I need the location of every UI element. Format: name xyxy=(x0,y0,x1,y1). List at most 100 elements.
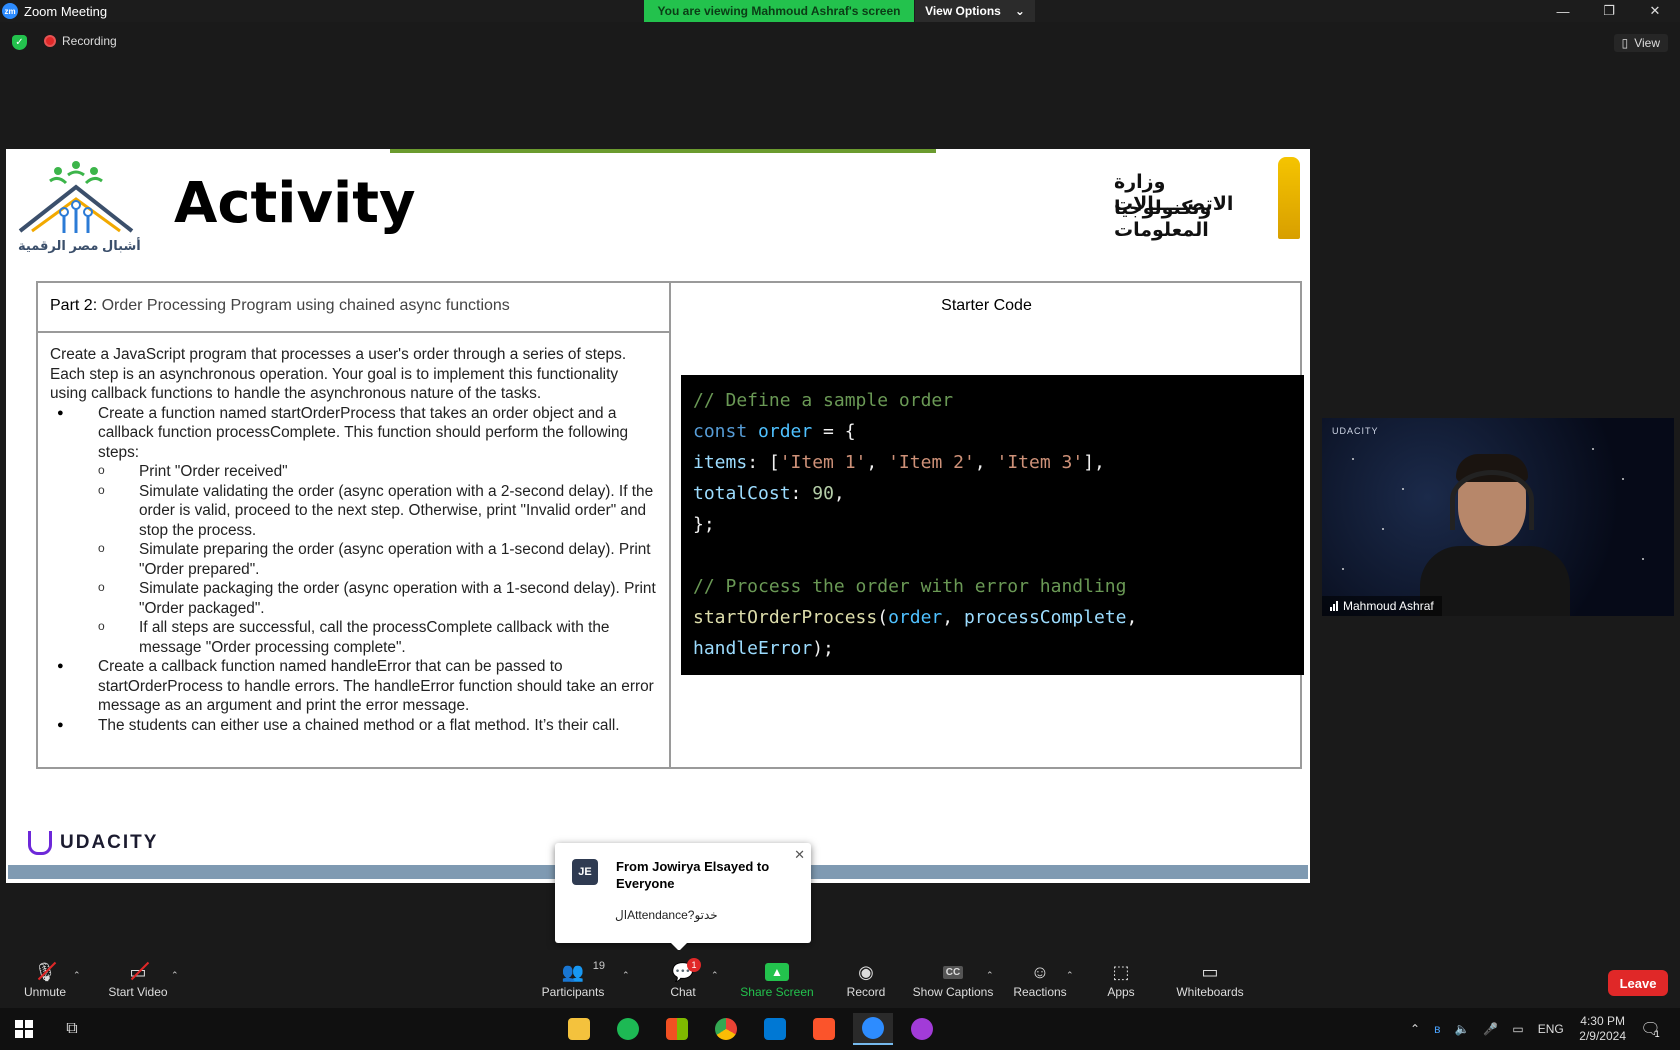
record-button[interactable]: ◉ Record xyxy=(846,950,886,1006)
part-title: Order Processing Program using chained a… xyxy=(97,297,510,314)
whiteboards-button[interactable]: ▭ Whiteboards xyxy=(1174,950,1246,1006)
participants-button[interactable]: 👥 19 Participants xyxy=(540,950,606,1006)
view-layout-button[interactable]: ▯ View xyxy=(1613,34,1668,52)
whiteboard-icon: ▭ xyxy=(1201,961,1219,982)
list-item: Create a function named startOrderProces… xyxy=(50,404,657,658)
code-comment: // Define a sample order xyxy=(693,390,954,411)
video-udacity-label: UDACITY xyxy=(1332,426,1379,436)
list-item: Simulate preparing the order (async oper… xyxy=(98,539,657,579)
code-punct: , xyxy=(866,452,889,473)
shared-screen-slide: أشبال مصر الرقمية Activity وزارة الاتصــ… xyxy=(6,149,1310,883)
list-item: Simulate packaging the order (async oper… xyxy=(98,578,657,618)
view-label: View xyxy=(1634,36,1660,50)
audio-options-caret[interactable]: ⌃ xyxy=(73,970,81,981)
code-punct: , xyxy=(1126,607,1138,628)
task-column: Part 2: Order Processing Program using c… xyxy=(38,283,671,767)
speaker-video-tile[interactable]: UDACITY Mahmoud Ashraf xyxy=(1322,418,1674,616)
show-captions-button[interactable]: CC Show Captions xyxy=(912,950,994,1006)
smiley-icon: ☺ xyxy=(1030,961,1050,982)
code-line-3: items: ['Item 1', 'Item 2', 'Item 3'], xyxy=(693,447,1292,478)
spotify-icon[interactable] xyxy=(608,1013,648,1045)
code-punct: : xyxy=(790,483,813,504)
notification-center-icon[interactable]: 🗨 1 xyxy=(1630,1013,1670,1045)
code-punct: ( xyxy=(877,607,889,628)
snipping-tool-icon[interactable] xyxy=(902,1013,942,1045)
share-screen-button[interactable]: ▲ Share Screen xyxy=(740,950,814,1006)
chat-icon: 💬 1 xyxy=(671,958,701,982)
code-line-4: totalCost: 90, xyxy=(693,478,1292,509)
input-language[interactable]: ENG xyxy=(1538,1022,1564,1036)
chat-caret[interactable]: ⌃ xyxy=(711,970,719,981)
bluetooth-icon[interactable]: ʙ xyxy=(1434,1022,1440,1036)
code-variable: processComplete xyxy=(963,607,1127,628)
reactions-caret[interactable]: ⌃ xyxy=(1066,970,1074,981)
maximize-button[interactable]: ❐ xyxy=(1586,0,1632,22)
task-view-icon[interactable]: ⧉ xyxy=(52,1013,92,1045)
starter-code-title: Starter Code xyxy=(941,297,1032,314)
file-explorer-icon[interactable] xyxy=(559,1013,599,1045)
start-video-button[interactable]: ▭ Start Video xyxy=(104,950,172,1006)
chevron-down-icon: ⌄ xyxy=(1014,4,1025,18)
code-string: 'Item 3' xyxy=(996,452,1084,473)
encryption-shield-icon[interactable]: ✓ xyxy=(12,35,27,50)
zoom-app-icon: zm xyxy=(2,3,18,19)
activity-table: Part 2: Order Processing Program using c… xyxy=(36,281,1304,769)
chat-button[interactable]: 💬 1 Chat xyxy=(666,950,701,1006)
apps-icon: ⬚ xyxy=(1112,961,1130,982)
sub-task-list: Print "Order received" Simulate validati… xyxy=(98,461,657,657)
chrome-icon[interactable] xyxy=(706,1013,746,1045)
code-punct: : [ xyxy=(747,452,780,473)
microsoft-store-icon[interactable] xyxy=(657,1013,697,1045)
list-item: If all steps are successful, call the pr… xyxy=(98,617,657,657)
microphone-muted-icon: 🎙 xyxy=(33,962,57,982)
part-label: Part 2: xyxy=(50,297,98,314)
chat-sender: From Jowirya Elsayed to Everyone xyxy=(616,859,770,891)
view-options-button[interactable]: View Options ⌄ xyxy=(915,0,1035,22)
speaker-name-label: Mahmoud Ashraf xyxy=(1322,596,1442,616)
ministry-logo: وزارة الاتصـــــالات وتكنولوجيا المعلوما… xyxy=(1114,151,1304,241)
list-item: The students can either use a chained me… xyxy=(50,716,657,736)
code-punct: , xyxy=(942,607,964,628)
task-intro: Create a JavaScript program that process… xyxy=(50,346,627,402)
show-hidden-icons[interactable]: ⌃ xyxy=(1410,1022,1420,1036)
show-captions-label: Show Captions xyxy=(912,985,994,999)
participants-caret[interactable]: ⌃ xyxy=(622,970,630,981)
ashbal-logo-graphic xyxy=(18,161,134,233)
code-string: 'Item 1' xyxy=(779,452,867,473)
code-function: startOrderProcess xyxy=(693,607,878,628)
slide-accent-bar xyxy=(390,149,936,153)
udacity-mark-icon xyxy=(28,831,52,855)
recording-indicator[interactable]: Recording xyxy=(44,34,117,48)
microphone-icon[interactable]: 🎤 xyxy=(1483,1022,1498,1036)
code-line-8: startOrderProcess(order, processComplete… xyxy=(693,602,1292,633)
code-variable: order xyxy=(758,421,813,442)
zoom-taskbar-icon[interactable] xyxy=(853,1013,893,1045)
reactions-button[interactable]: ☺ Reactions xyxy=(1012,950,1068,1006)
close-window-button[interactable]: ✕ xyxy=(1632,0,1678,22)
close-icon[interactable]: ✕ xyxy=(794,847,805,863)
system-clock[interactable]: 4:30 PM 2/9/2024 xyxy=(1579,1014,1626,1044)
chat-notification[interactable]: JE From Jowirya Elsayed to Everyone الAt… xyxy=(555,843,811,951)
captions-caret[interactable]: ⌃ xyxy=(986,970,994,981)
code-punct: ], xyxy=(1083,452,1105,473)
volume-icon[interactable]: 🔈 xyxy=(1454,1022,1469,1036)
notification-count: 1 xyxy=(1654,1029,1660,1039)
list-item: Simulate validating the order (async ope… xyxy=(98,481,657,541)
speaker-avatar xyxy=(1414,454,1574,616)
reactions-label: Reactions xyxy=(1013,985,1067,999)
windows-start-icon[interactable] xyxy=(4,1013,44,1045)
video-options-caret[interactable]: ⌃ xyxy=(171,970,179,981)
leave-button[interactable]: Leave xyxy=(1608,970,1668,996)
minimize-button[interactable]: — xyxy=(1540,0,1586,22)
viewing-screen-banner: You are viewing Mahmoud Ashraf's screen xyxy=(644,0,914,22)
apps-button[interactable]: ⬚ Apps xyxy=(1104,950,1138,1006)
pharaoh-figure-icon xyxy=(1278,157,1300,239)
share-screen-label: Share Screen xyxy=(740,985,814,999)
vscode-icon[interactable] xyxy=(755,1013,795,1045)
part-heading: Part 2: Order Processing Program using c… xyxy=(38,283,669,333)
brave-icon[interactable] xyxy=(804,1013,844,1045)
network-icon[interactable]: ▭ xyxy=(1512,1022,1523,1036)
code-punct: }; xyxy=(693,514,715,535)
unmute-button[interactable]: 🎙 Unmute xyxy=(20,950,70,1006)
